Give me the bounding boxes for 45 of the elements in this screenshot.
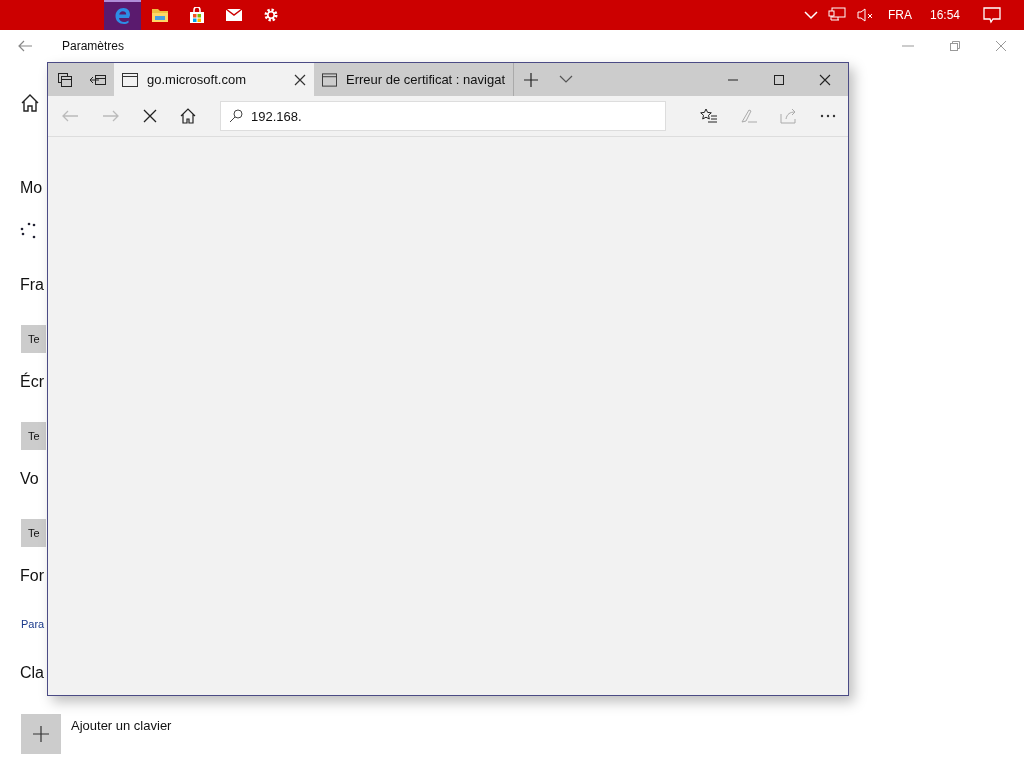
- page-icon: [122, 72, 138, 87]
- settings-button[interactable]: Te: [21, 325, 46, 353]
- page-icon: [322, 72, 338, 87]
- browser-tab[interactable]: go.microsoft.com: [114, 63, 314, 96]
- settings-button[interactable]: Te: [21, 519, 46, 547]
- add-button[interactable]: [21, 714, 61, 754]
- close-icon[interactable]: [819, 73, 831, 86]
- address-field[interactable]: 192.168.: [220, 101, 666, 131]
- section-heading: Mo: [20, 178, 43, 198]
- section-heading: Vo: [20, 469, 39, 489]
- search-icon: [229, 109, 243, 123]
- section-heading: Fra: [20, 275, 44, 295]
- network-icon[interactable]: [827, 7, 846, 23]
- clock[interactable]: 16:54: [929, 8, 960, 22]
- settings-button[interactable]: Te: [21, 422, 46, 450]
- add-keyboard-label[interactable]: Ajouter un clavier: [71, 718, 172, 733]
- close-tab-icon[interactable]: [294, 73, 306, 86]
- gear-icon: [262, 7, 279, 23]
- restore-icon[interactable]: [949, 40, 961, 52]
- home-icon[interactable]: [180, 108, 196, 124]
- maximize-icon[interactable]: [773, 73, 785, 86]
- chevron-up-icon[interactable]: [803, 10, 818, 20]
- taskbar-app[interactable]: [104, 0, 141, 30]
- new-tab-icon[interactable]: [524, 72, 538, 87]
- tabs-stack-icon[interactable]: [57, 71, 73, 88]
- section-heading: Cla: [20, 663, 44, 683]
- language-indicator[interactable]: FRA: [887, 8, 912, 22]
- section-heading: Écr: [20, 371, 44, 392]
- folder-icon: [150, 7, 169, 23]
- envelope-icon: [224, 8, 243, 22]
- chevron-down-icon[interactable]: [559, 75, 573, 84]
- edge-icon: [113, 7, 132, 25]
- stop-icon[interactable]: [143, 109, 157, 123]
- back-arrow-icon[interactable]: [17, 40, 33, 52]
- more-icon[interactable]: [820, 114, 836, 118]
- settings-link[interactable]: Para: [21, 616, 45, 632]
- window-title: Paramètres: [62, 39, 125, 53]
- browser-tab[interactable]: Erreur de certificat : navigat: [314, 63, 514, 96]
- muted-speaker-icon[interactable]: [855, 7, 874, 23]
- section-heading: For: [20, 566, 44, 586]
- shopping-bag-icon: [188, 6, 205, 24]
- home-icon[interactable]: [20, 93, 40, 113]
- notification-icon[interactable]: [983, 6, 1001, 24]
- favorites-icon[interactable]: [700, 108, 718, 124]
- plus-icon: [32, 725, 50, 743]
